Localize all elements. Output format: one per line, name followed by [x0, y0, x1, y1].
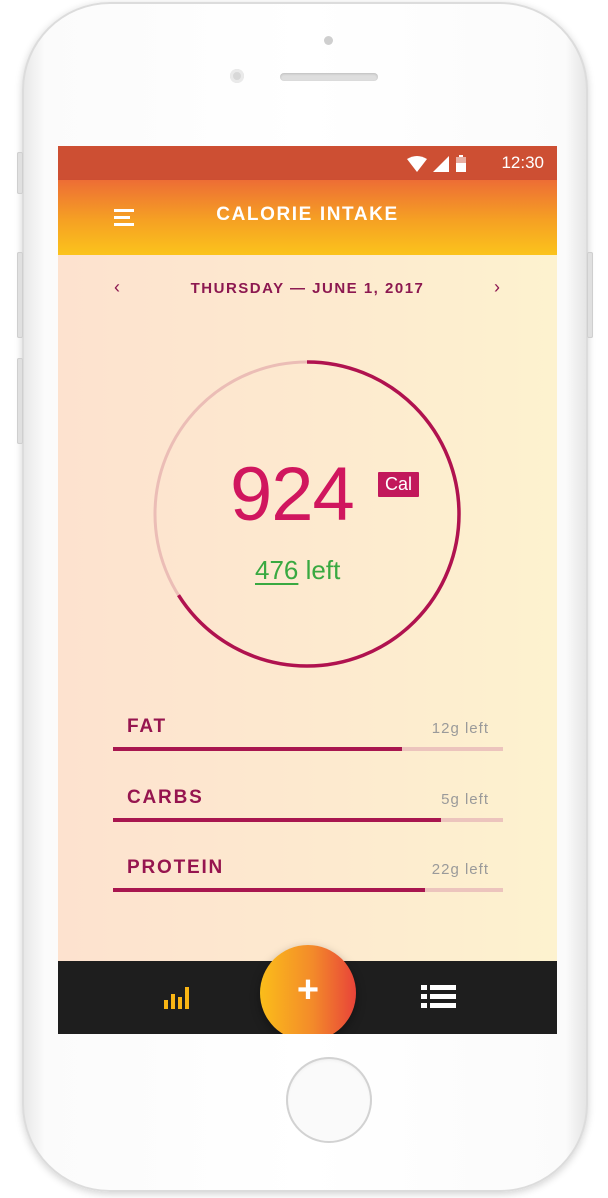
phone-front-camera: [230, 69, 244, 83]
calorie-unit-badge: Cal: [378, 472, 420, 497]
phone-sensor: [324, 36, 333, 45]
macro-progress-fill: [113, 818, 441, 822]
next-day-button[interactable]: ›: [494, 277, 500, 298]
macro-remaining: 22g left: [431, 861, 489, 878]
wifi-icon: [407, 156, 427, 172]
macro-progress-fill: [113, 747, 402, 751]
macro-name: PROTEIN: [127, 857, 225, 878]
calories-remaining-value[interactable]: 476: [255, 555, 298, 585]
phone-home-button[interactable]: [286, 1057, 372, 1143]
current-date: THURSDAY — JUNE 1, 2017: [190, 280, 425, 297]
macro-name: CARBS: [127, 787, 204, 808]
macro-progress-track: [113, 818, 503, 822]
status-icons: [407, 155, 466, 172]
macro-progress-track: [113, 747, 503, 751]
macro-name: FAT: [127, 716, 167, 737]
calories-consumed: 924: [230, 452, 355, 537]
status-time: 12:30: [501, 153, 544, 172]
app-screen: 12:30 CALORIE INTAKE ‹ THURSDAY — JUNE 1…: [58, 146, 557, 1034]
macro-remaining: 5g left: [441, 791, 489, 808]
status-bar: 12:30: [58, 146, 557, 180]
bar-chart-icon[interactable]: [163, 983, 195, 1009]
phone-power-button: [587, 252, 593, 338]
list-icon[interactable]: [421, 984, 457, 1010]
macro-remaining: 12g left: [431, 720, 489, 737]
add-entry-button[interactable]: +: [260, 945, 356, 1034]
macro-progress-track: [113, 888, 503, 892]
phone-volume-down-button: [17, 358, 23, 444]
battery-icon: [456, 155, 466, 172]
page-title: CALORIE INTAKE: [216, 204, 399, 225]
phone-volume-up-button: [17, 252, 23, 338]
app-bar: CALORIE INTAKE: [58, 180, 557, 255]
main-content: ‹ THURSDAY — JUNE 1, 2017 › 924 Cal 476 …: [58, 255, 557, 961]
macro-progress-fill: [113, 888, 425, 892]
macro-row-fat: FAT 12g left: [113, 716, 503, 762]
calories-remaining: 476 left: [255, 555, 340, 586]
macro-row-carbs: CARBS 5g left: [113, 787, 503, 833]
cellular-signal-icon: [433, 156, 449, 172]
add-icon: +: [296, 969, 320, 1011]
phone-earpiece: [280, 73, 378, 81]
macro-row-protein: PROTEIN 22g left: [113, 857, 503, 903]
phone-mute-switch: [17, 152, 23, 194]
date-navigator: ‹ THURSDAY — JUNE 1, 2017 ›: [58, 277, 557, 303]
calories-remaining-label: left: [305, 555, 341, 585]
